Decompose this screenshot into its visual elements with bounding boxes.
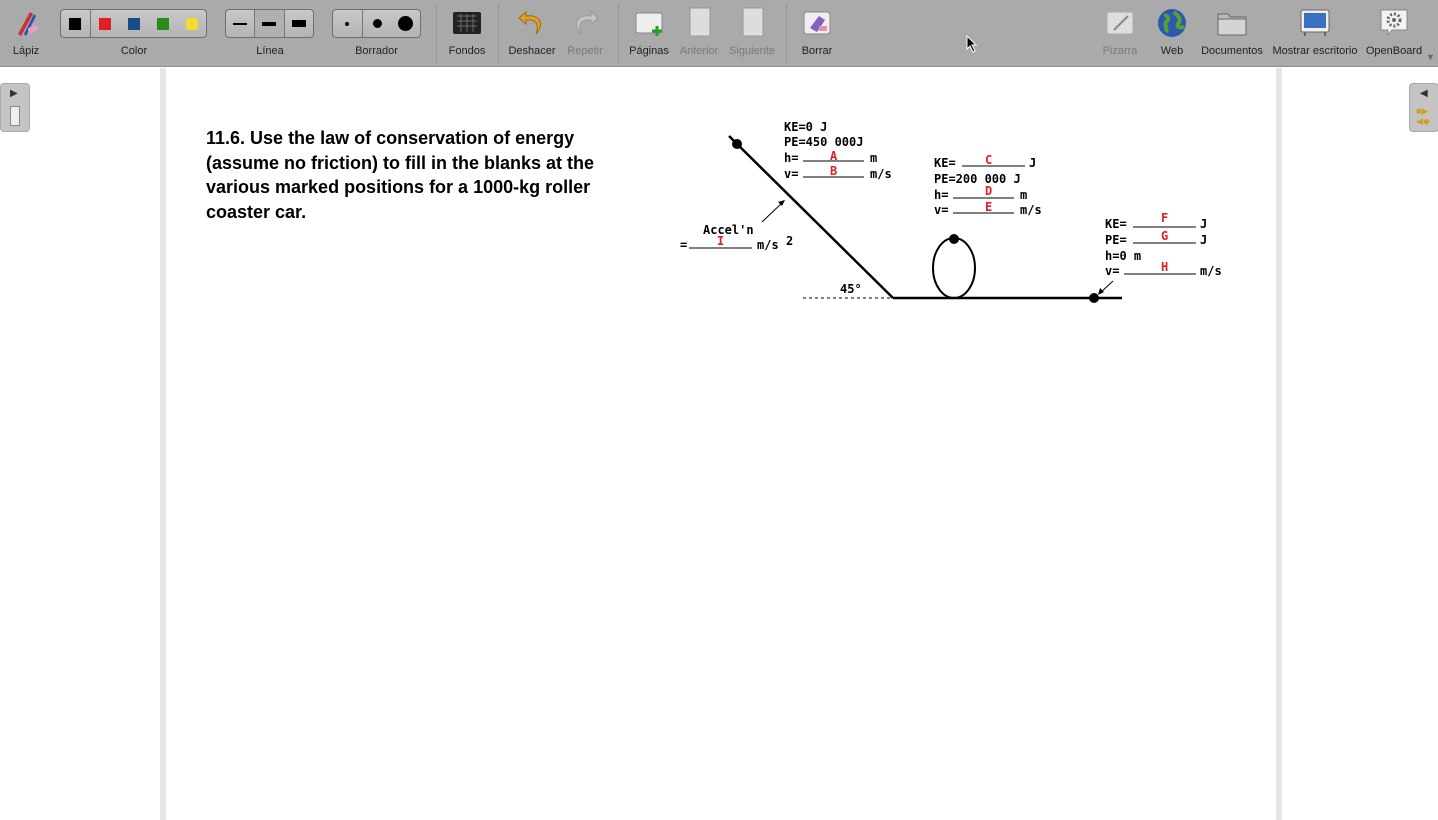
blank-D: D	[985, 184, 992, 198]
loop-v-unit: m/s	[1020, 203, 1042, 217]
bottom-v: v=	[1105, 264, 1119, 278]
blank-G: G	[1161, 229, 1168, 243]
bottom-arrow-head	[1098, 288, 1104, 295]
bottom-pe-unit: J	[1200, 233, 1207, 247]
blank-B: B	[830, 164, 837, 178]
loop-h: h=	[934, 188, 948, 202]
loop-pe: PE=200 000 J	[934, 172, 1021, 186]
car-position-bottom	[1089, 293, 1099, 303]
top-ke: KE=0 J	[784, 120, 827, 134]
top-h: h=	[784, 151, 798, 165]
mouse-cursor-icon	[966, 35, 978, 53]
loop-track	[932, 237, 976, 299]
bottom-v-unit: m/s	[1200, 264, 1222, 278]
blank-I: I	[717, 234, 724, 248]
loop-h-unit: m	[1020, 188, 1027, 202]
accel-unit: m/s	[757, 238, 779, 252]
blank-H: H	[1161, 260, 1168, 274]
top-h-unit: m	[870, 151, 877, 165]
accel-eq: =	[680, 238, 687, 252]
loop-v: v=	[934, 203, 948, 217]
blank-E: E	[985, 200, 992, 214]
bottom-pe: PE=	[1105, 233, 1127, 247]
accel-label: Accel'n	[703, 223, 754, 237]
angle-label: 45°	[840, 282, 862, 296]
blank-F: F	[1161, 211, 1168, 225]
incline-track	[728, 135, 894, 299]
loop-ke-unit: J	[1029, 156, 1036, 170]
car-position-top	[732, 139, 742, 149]
loop-ke: KE=	[934, 156, 956, 170]
bottom-h: h=0 m	[1105, 249, 1141, 263]
top-v-unit: m/s	[870, 167, 892, 181]
bottom-ke: KE=	[1105, 217, 1127, 231]
blank-A: A	[830, 149, 838, 163]
blank-C: C	[985, 153, 992, 167]
accel-unit-exponent: 2	[786, 234, 793, 248]
top-v: v=	[784, 167, 798, 181]
accel-arrow	[761, 201, 784, 223]
bottom-ke-unit: J	[1200, 217, 1207, 231]
top-pe: PE=450 000J	[784, 135, 863, 149]
roller-coaster-diagram: KE=0 J PE=450 000J h= A m v= B m/s KE= C…	[680, 120, 1222, 303]
car-position-loop	[949, 234, 959, 244]
